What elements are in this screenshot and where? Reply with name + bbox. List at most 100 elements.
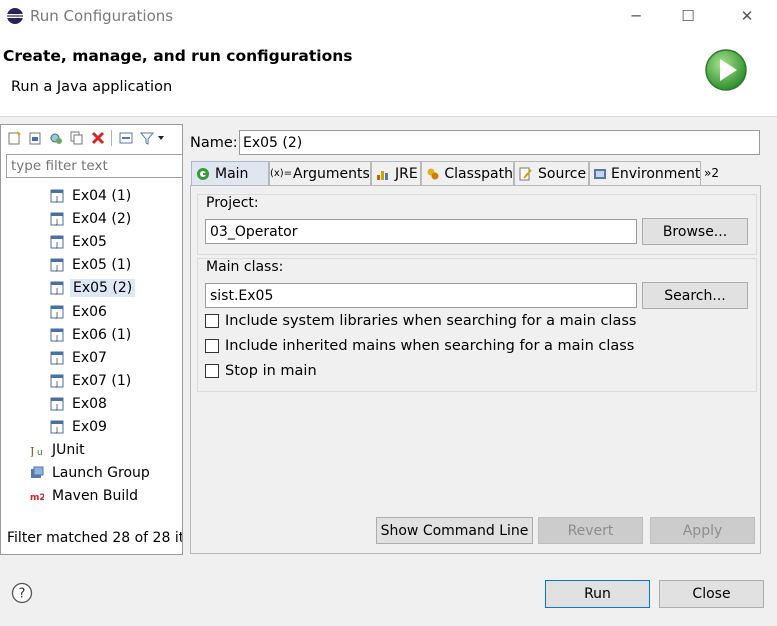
tree-item-label: Ex05 (2) (70, 279, 136, 298)
help-icon[interactable]: ? (11, 582, 33, 608)
tree-item[interactable]: J Ex04 (2) (50, 208, 133, 230)
tree-item-label: Ex05 (1) (72, 257, 132, 274)
config-toolbar (3, 127, 165, 149)
collapse-all-icon[interactable] (115, 128, 136, 148)
run-button[interactable]: Run (545, 580, 650, 608)
tab-source[interactable]: Source (514, 161, 589, 185)
java-app-icon: J (50, 212, 64, 226)
tab-jre[interactable]: JRE (371, 161, 421, 185)
tab-classpath-label: Classpath (444, 165, 513, 182)
apply-button[interactable]: Apply (650, 517, 755, 544)
filter-icon[interactable] (136, 128, 157, 148)
maven-icon: m2 (30, 489, 44, 503)
tab-source-label: Source (538, 165, 587, 182)
minimize-button[interactable]: ─ (613, 0, 659, 32)
svg-text:J: J (55, 218, 58, 226)
main-class-field[interactable] (205, 283, 637, 308)
tree-item-label: Ex06 (1) (72, 326, 132, 343)
tree-item-label: Ex08 (72, 395, 107, 412)
tree-item-label: Launch Group (52, 465, 150, 482)
filter-menu-chevron-icon[interactable] (157, 128, 165, 148)
tab-arguments-label: Arguments (293, 165, 370, 182)
revert-button[interactable]: Revert (538, 517, 643, 544)
arguments-icon: (x)= (269, 168, 293, 179)
environment-icon (593, 166, 607, 182)
browse-button[interactable]: Browse... (642, 218, 748, 245)
include-system-libraries-checkbox[interactable]: Include system libraries when searching … (205, 313, 636, 329)
show-command-line-button[interactable]: Show Command Line (376, 517, 533, 544)
tree-item-label: Ex07 (72, 349, 107, 366)
tab-main[interactable]: Main (191, 161, 269, 185)
tree-item[interactable]: J Ex05 (2) (50, 277, 136, 299)
duplicate-config-icon[interactable] (66, 128, 87, 148)
svg-text:J: J (55, 287, 58, 295)
svg-text:J: J (55, 426, 58, 434)
tab-jre-label: JRE (395, 165, 418, 182)
include-inherited-mains-checkbox[interactable]: Include inherited mains when searching f… (205, 338, 634, 354)
svg-text:J: J (55, 403, 58, 411)
tab-overflow-label: »2 (704, 166, 719, 180)
stop-in-main-checkbox[interactable]: Stop in main (205, 363, 317, 379)
tree-item[interactable]: Ju JUnit (30, 439, 87, 461)
main-tab-panel: Project: Browse... Main class: Search...… (190, 185, 761, 554)
tree-item[interactable]: J Ex05 (50, 231, 109, 253)
run-large-icon (704, 48, 752, 100)
tree-item-label: Ex06 (72, 303, 107, 320)
tree-item-label: Ex05 (72, 234, 107, 251)
project-group: Project: Browse... (197, 194, 757, 255)
java-app-icon: J (50, 397, 64, 411)
tree-item-label: Maven Build (52, 488, 139, 505)
java-app-icon: J (50, 420, 64, 434)
tree-item[interactable]: J Ex06 (50, 301, 109, 323)
close-window-button[interactable]: ✕ (724, 0, 770, 32)
main-class-label: Main class: (206, 259, 284, 275)
new-prototype-icon[interactable] (24, 128, 45, 148)
tree-item[interactable]: m2 Maven Build (30, 485, 140, 507)
new-config-icon[interactable] (3, 128, 24, 148)
tab-overflow[interactable]: »2 (701, 161, 731, 185)
svg-text:J: J (55, 311, 58, 319)
checkbox-box[interactable] (205, 364, 219, 378)
checkbox-box[interactable] (205, 339, 219, 353)
tab-classpath[interactable]: Classpath (421, 161, 514, 185)
export-config-icon[interactable] (45, 128, 66, 148)
include-system-libraries-label: Include system libraries when searching … (225, 313, 637, 329)
tree-item-label: Ex07 (1) (72, 372, 132, 389)
checkbox-box[interactable] (205, 314, 219, 328)
close-button[interactable]: Close (659, 580, 764, 608)
tree-item[interactable]: J Ex08 (50, 393, 109, 415)
tree-item[interactable]: Launch Group (30, 462, 152, 484)
tab-environment-label: Environment (611, 165, 701, 182)
java-app-icon: J (50, 328, 64, 342)
svg-text:J: J (55, 334, 58, 342)
header-subtitle: Run a Java application (11, 79, 173, 95)
name-field[interactable] (239, 130, 760, 155)
tab-arguments[interactable]: (x)= Arguments (269, 161, 371, 185)
filter-input[interactable] (6, 154, 183, 178)
project-field[interactable] (205, 219, 637, 244)
tree-item[interactable]: J Ex09 (50, 416, 109, 438)
tree-item[interactable]: J Ex07 (1) (50, 370, 133, 392)
svg-text:J: J (55, 241, 58, 249)
header-title: Create, manage, and run configurations (3, 47, 353, 65)
svg-text:J: J (55, 264, 58, 272)
java-app-icon: J (50, 235, 64, 249)
search-button[interactable]: Search... (642, 282, 748, 309)
tree-item-label: Ex04 (2) (72, 211, 132, 228)
launch-group-icon (30, 466, 44, 480)
java-app-icon: J (50, 189, 64, 203)
tree-item[interactable]: J Ex04 (1) (50, 185, 133, 207)
filter-status-text: Filter matched 28 of 28 it (7, 530, 182, 546)
java-app-icon: J (50, 258, 64, 272)
classpath-icon (425, 166, 440, 182)
svg-text:m2: m2 (30, 493, 44, 503)
delete-config-icon[interactable] (87, 128, 108, 148)
config-tabs: Main (x)= Arguments JRE Classpath Source (191, 161, 760, 185)
tree-item[interactable]: J Ex06 (1) (50, 324, 133, 346)
tab-environment[interactable]: Environment (589, 161, 701, 185)
tree-item[interactable]: J Ex07 (50, 347, 109, 369)
main-class-group: Main class: Search... Include system lib… (197, 258, 757, 392)
tree-item[interactable]: J Ex05 (1) (50, 254, 133, 276)
jre-icon (375, 166, 391, 182)
maximize-button[interactable]: ☐ (665, 0, 711, 32)
